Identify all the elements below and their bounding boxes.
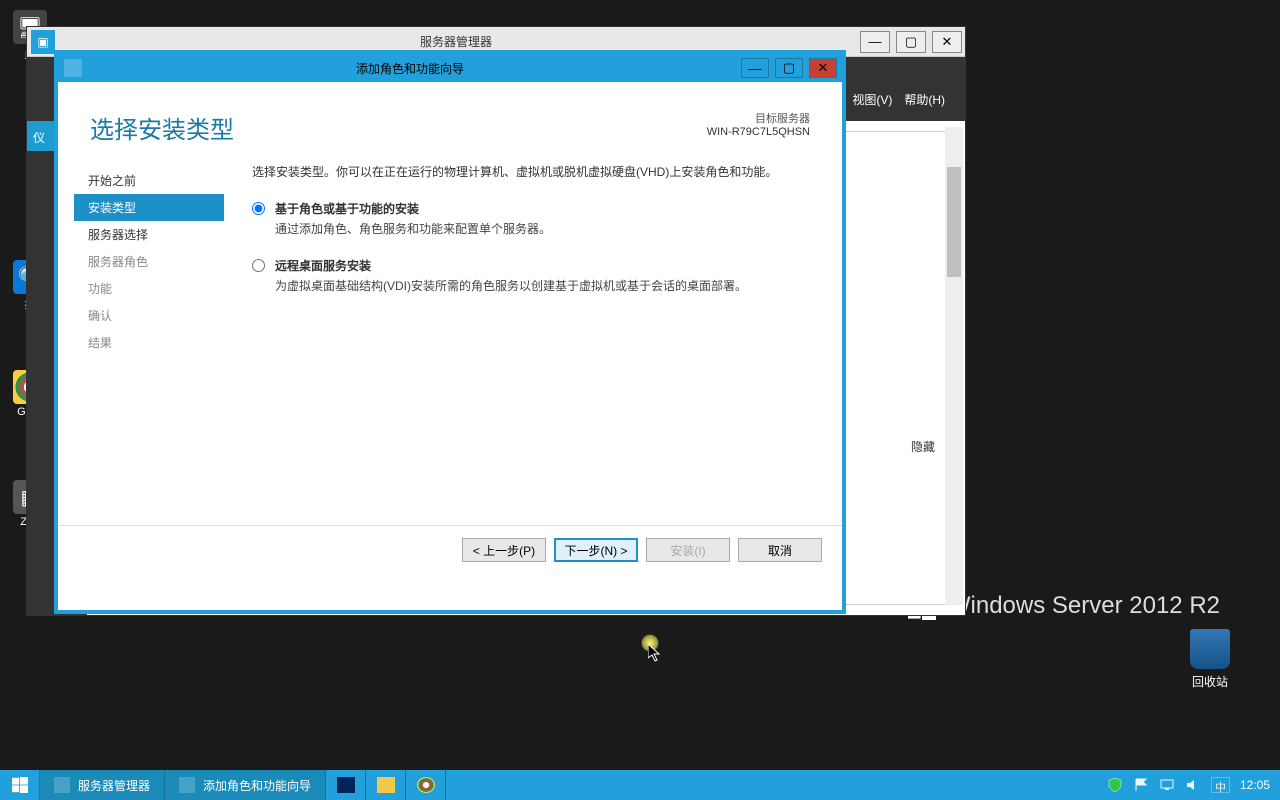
app-icon: ▣ <box>31 30 55 54</box>
powershellell-icon <box>337 777 355 793</box>
scrollbar-thumb[interactable] <box>947 167 961 277</box>
nav-server-roles: 服务器角色 <box>74 248 224 275</box>
recycle-bin[interactable]: 回收站 <box>1180 629 1240 690</box>
taskbar-explorer[interactable] <box>366 770 406 800</box>
task-label: 添加角色和功能向导 <box>203 777 311 794</box>
dest-server: WIN-R79C7L5QHSN <box>707 126 810 138</box>
task-label: 服务器管理器 <box>78 777 150 794</box>
wizard-nav: 开始之前 安装类型 服务器选择 服务器角色 功能 确认 结果 <box>74 159 224 525</box>
taskbar-wizard[interactable]: 添加角色和功能向导 <box>165 770 326 800</box>
sm-menubar: 视图(V) 帮助(H) <box>842 85 955 114</box>
radio-role-based[interactable] <box>252 202 265 215</box>
radio-remote-desktop[interactable] <box>252 259 265 272</box>
recycle-icon <box>1190 629 1230 669</box>
option-label: 基于角色或基于功能的安装 <box>275 200 551 218</box>
sm-hide-link[interactable]: 隐藏 <box>911 438 935 455</box>
add-roles-wizard[interactable]: 添加角色和功能向导 — ▢ ✕ 选择安装类型 目标服务器 WIN-R79C7L5… <box>54 50 846 614</box>
wizard-icon <box>179 777 195 793</box>
previous-button[interactable]: < 上一步(P) <box>462 538 546 562</box>
clock[interactable]: 12:05 <box>1240 778 1270 792</box>
close-button[interactable]: ✕ <box>932 31 962 53</box>
tray-flag-icon[interactable] <box>1133 777 1149 793</box>
nav-confirmation: 确认 <box>74 302 224 329</box>
wizard-intro-text: 选择安装类型。你可以在正在运行的物理计算机、虚拟机或脱机虚拟硬盘(VHD)上安装… <box>252 163 806 182</box>
nav-results: 结果 <box>74 329 224 356</box>
wizard-body: 开始之前 安装类型 服务器选择 服务器角色 功能 确认 结果 选择安装类型。你可… <box>58 159 842 525</box>
chrome-icon <box>417 777 435 793</box>
maximize-button[interactable]: ▢ <box>775 58 803 78</box>
server-manager-icon <box>54 777 70 793</box>
maximize-button[interactable]: ▢ <box>896 31 926 53</box>
watermark-text: Windows Server 2012 R2 <box>948 592 1220 620</box>
minimize-button[interactable]: — <box>860 31 890 53</box>
window-title: 服务器管理器 <box>55 33 857 50</box>
taskbar[interactable]: 服务器管理器 添加角色和功能向导 中 12:05 <box>0 770 1280 800</box>
wizard-title: 添加角色和功能向导 <box>82 60 738 77</box>
wizard-heading: 选择安装类型 <box>90 110 234 145</box>
option-desc: 通过添加角色、角色服务和功能来配置单个服务器。 <box>275 220 551 239</box>
tray-network-icon[interactable] <box>1159 777 1175 793</box>
start-button[interactable] <box>0 770 40 800</box>
destination-info: 目标服务器 WIN-R79C7L5QHSN <box>707 110 810 138</box>
nav-features: 功能 <box>74 275 224 302</box>
system-tray[interactable]: 中 12:05 <box>1097 770 1280 800</box>
wizard-header: 选择安装类型 目标服务器 WIN-R79C7L5QHSN <box>58 82 842 159</box>
taskbar-server-manager[interactable]: 服务器管理器 <box>40 770 165 800</box>
recycle-label: 回收站 <box>1180 673 1240 690</box>
wizard-main: 选择安装类型。你可以在正在运行的物理计算机、虚拟机或脱机虚拟硬盘(VHD)上安装… <box>224 159 826 525</box>
menu-help[interactable]: 帮助(H) <box>904 91 945 108</box>
nav-server-selection[interactable]: 服务器选择 <box>74 221 224 248</box>
option-role-based[interactable]: 基于角色或基于功能的安装 通过添加角色、角色服务和功能来配置单个服务器。 <box>252 200 806 239</box>
cancel-button[interactable]: 取消 <box>738 538 822 562</box>
tray-volume-icon[interactable] <box>1185 777 1201 793</box>
dest-label: 目标服务器 <box>707 110 810 126</box>
tray-security-icon[interactable] <box>1107 777 1123 793</box>
minimize-button[interactable]: — <box>741 58 769 78</box>
wizard-titlebar[interactable]: 添加角色和功能向导 — ▢ ✕ <box>58 54 842 82</box>
nav-installation-type[interactable]: 安装类型 <box>74 194 224 221</box>
wizard-icon <box>64 59 82 77</box>
taskbar-powershell[interactable] <box>326 770 366 800</box>
folder-icon <box>377 777 395 793</box>
close-button[interactable]: ✕ <box>809 58 837 78</box>
wizard-footer: < 上一步(P) 下一步(N) > 安装(I) 取消 <box>58 525 842 574</box>
tray-ime-icon[interactable]: 中 <box>1211 777 1230 793</box>
scrollbar[interactable] <box>945 127 963 605</box>
option-desc: 为虚拟桌面基础结构(VDI)安装所需的角色服务以创建基于虚拟机或基于会话的桌面部… <box>275 277 747 296</box>
option-label: 远程桌面服务安装 <box>275 257 747 275</box>
next-button[interactable]: 下一步(N) > <box>554 538 638 562</box>
menu-view[interactable]: 视图(V) <box>852 91 892 108</box>
install-button: 安装(I) <box>646 538 730 562</box>
option-remote-desktop[interactable]: 远程桌面服务安装 为虚拟桌面基础结构(VDI)安装所需的角色服务以创建基于虚拟机… <box>252 257 806 296</box>
nav-before-you-begin[interactable]: 开始之前 <box>74 167 224 194</box>
taskbar-chrome[interactable] <box>406 770 446 800</box>
